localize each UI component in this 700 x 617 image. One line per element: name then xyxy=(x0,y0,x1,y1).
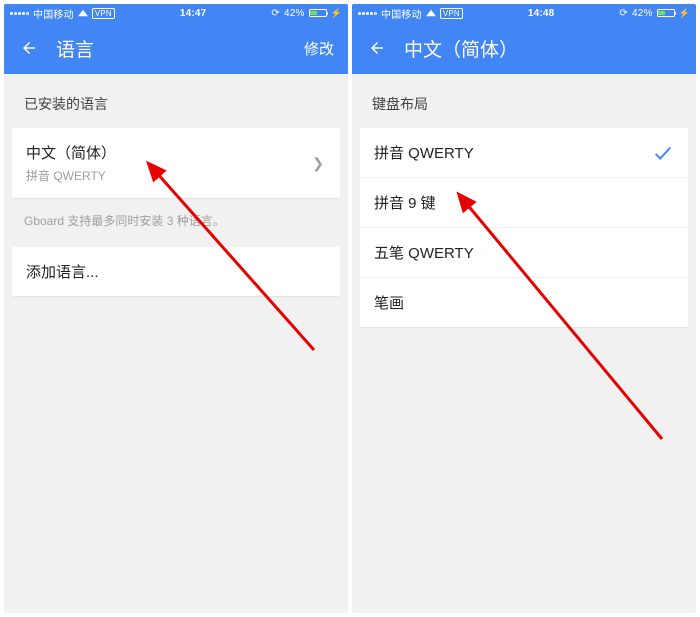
language-layout: 拼音 QWERTY xyxy=(26,167,310,184)
layout-label: 笔画 xyxy=(374,292,674,313)
arrow-left-icon xyxy=(20,39,38,57)
carrier-label: 中国移动 xyxy=(33,6,74,21)
vpn-badge: VPN xyxy=(440,8,463,19)
layout-row-wubi-qwerty[interactable]: 五笔 QWERTY xyxy=(360,228,688,278)
refresh-icon: ⟳ xyxy=(271,8,280,19)
battery-percent: 42% xyxy=(632,8,653,19)
layout-label: 五笔 QWERTY xyxy=(374,242,674,263)
carrier-label: 中国移动 xyxy=(381,6,422,21)
section-layout-label: 键盘布局 xyxy=(352,74,696,128)
appbar: 中文（简体） xyxy=(352,22,696,74)
page-title: 中文（简体） xyxy=(404,35,682,62)
appbar: 语言 修改 xyxy=(4,22,348,74)
battery-percent: 42% xyxy=(284,8,305,19)
vpn-badge: VPN xyxy=(92,8,115,19)
battery-icon xyxy=(309,9,327,17)
phone-right: 中国移动 VPN 14:48 ⟳ 42% ⚡ 中文（简体） 键盘布局 拼音 Q xyxy=(352,4,696,613)
clock: 14:48 xyxy=(463,8,620,19)
refresh-icon: ⟳ xyxy=(619,8,628,19)
check-icon xyxy=(652,142,674,169)
edit-button[interactable]: 修改 xyxy=(304,38,334,59)
installed-languages-card: 中文（简体） 拼音 QWERTY ❯ xyxy=(12,128,340,198)
add-language-label: 添加语言... xyxy=(26,261,326,282)
signal-icon xyxy=(358,12,377,15)
chevron-right-icon: ❯ xyxy=(310,155,326,172)
layout-label: 拼音 QWERTY xyxy=(374,142,674,163)
language-name: 中文（简体） xyxy=(26,142,310,163)
add-language-row[interactable]: 添加语言... xyxy=(12,247,340,296)
max-languages-note: Gboard 支持最多同时安装 3 种语言。 xyxy=(4,198,348,247)
add-language-card: 添加语言... xyxy=(12,247,340,296)
layout-row-pinyin-9key[interactable]: 拼音 9 键 xyxy=(360,178,688,228)
back-button[interactable] xyxy=(18,37,40,59)
charging-icon: ⚡ xyxy=(679,8,690,19)
wifi-icon xyxy=(426,10,436,16)
signal-icon xyxy=(10,12,29,15)
clock: 14:47 xyxy=(115,8,272,19)
language-row-chinese-simplified[interactable]: 中文（简体） 拼音 QWERTY ❯ xyxy=(12,128,340,198)
battery-icon xyxy=(657,9,675,17)
arrow-left-icon xyxy=(368,39,386,57)
status-bar: 中国移动 VPN 14:48 ⟳ 42% ⚡ xyxy=(352,4,696,22)
status-bar: 中国移动 VPN 14:47 ⟳ 42% ⚡ xyxy=(4,4,348,22)
section-installed-label: 已安装的语言 xyxy=(4,74,348,128)
layout-label: 拼音 9 键 xyxy=(374,192,674,213)
keyboard-layouts-card: 拼音 QWERTY 拼音 9 键 五笔 QWERTY 笔画 xyxy=(360,128,688,327)
back-button[interactable] xyxy=(366,37,388,59)
page-title: 语言 xyxy=(56,35,304,62)
phone-left: 中国移动 VPN 14:47 ⟳ 42% ⚡ 语言 修改 已安装的语言 xyxy=(4,4,348,613)
layout-row-bihua[interactable]: 笔画 xyxy=(360,278,688,327)
layout-row-pinyin-qwerty[interactable]: 拼音 QWERTY xyxy=(360,128,688,178)
charging-icon: ⚡ xyxy=(331,8,342,19)
wifi-icon xyxy=(78,10,88,16)
